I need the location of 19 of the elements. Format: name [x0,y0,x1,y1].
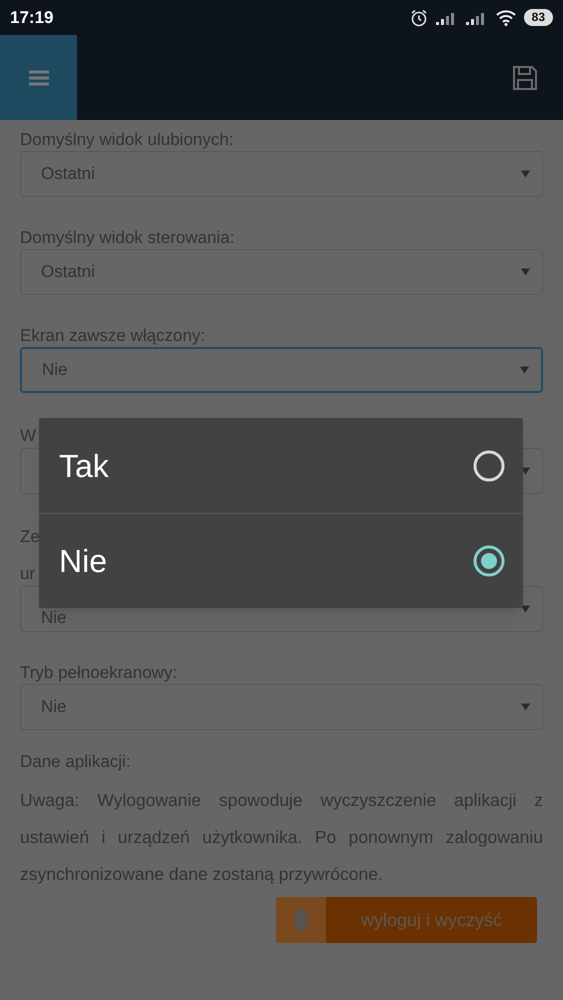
wifi-icon [496,10,516,26]
dialog-option[interactable]: Tak [39,418,523,513]
dialog-option[interactable]: Nie [39,513,523,608]
menu-icon [28,70,48,86]
dropdown-caret-icon [521,268,530,276]
menu-button[interactable] [0,35,77,120]
trash-icon [293,910,309,930]
save-icon [512,64,538,90]
dropdown-caret-icon [521,170,530,178]
dropdown-caret-icon [521,704,530,710]
alarm-icon [410,8,428,26]
status-time: 17:19 [10,6,54,29]
battery-indicator: 83 [524,9,553,26]
dropdown-caret-icon [521,468,530,474]
radio-icon [473,450,505,482]
logout-clear-button[interactable]: wyloguj i wyczyść [276,897,537,943]
dropdown-caret-icon [521,606,530,612]
radio-icon [473,545,505,577]
dropdown-caret-icon [520,366,529,374]
